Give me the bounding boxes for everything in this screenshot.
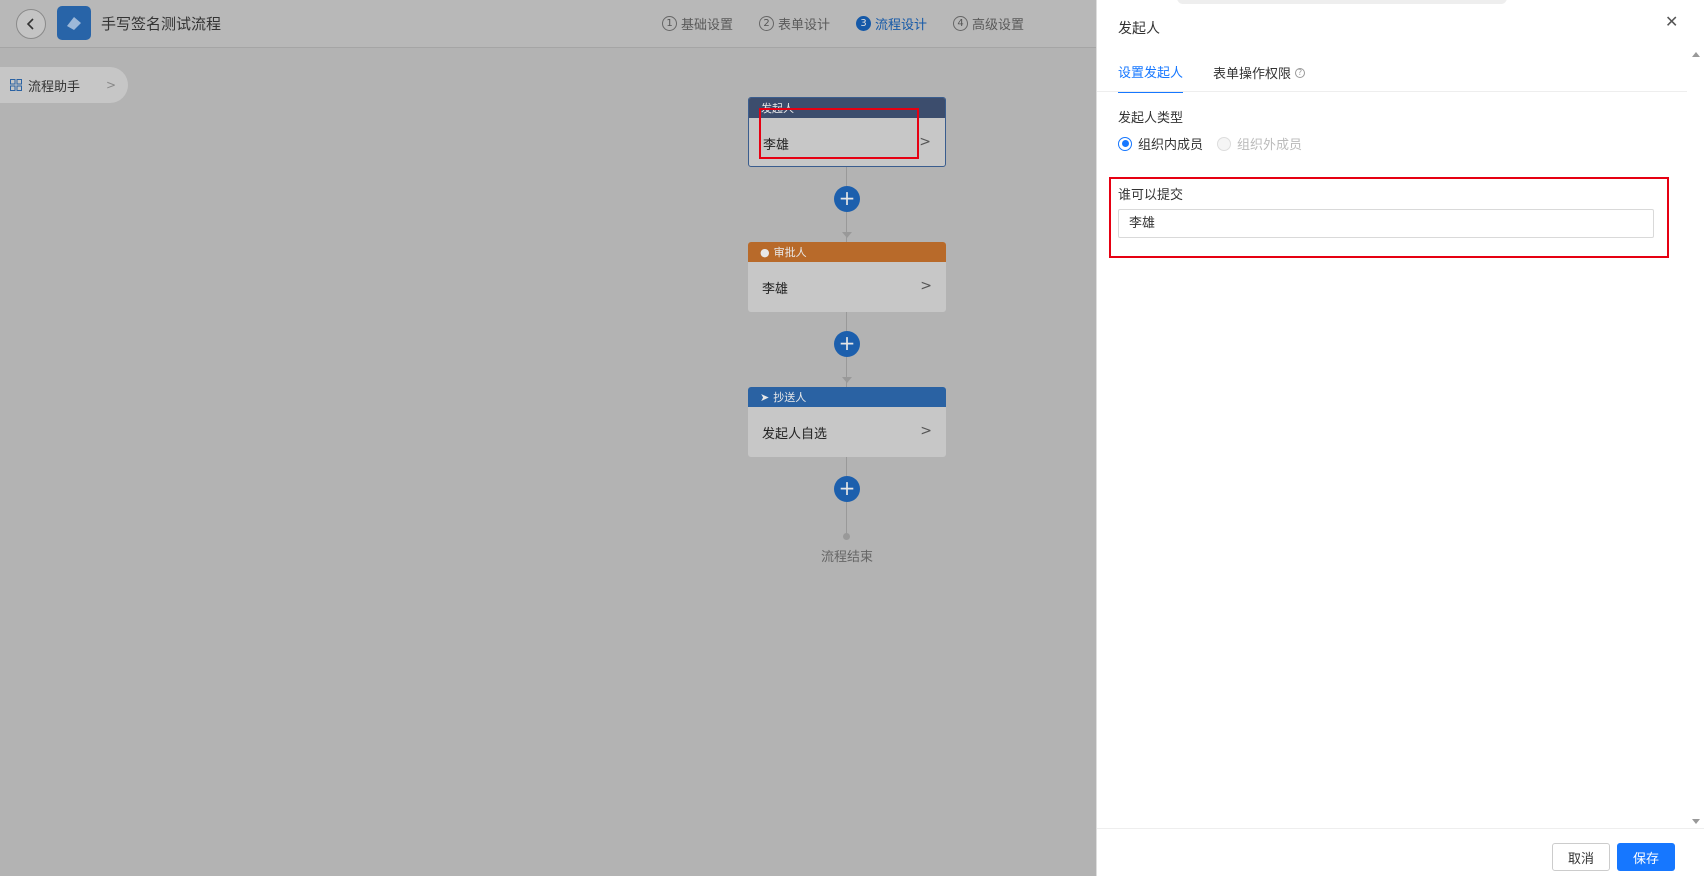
step-number: 4 [953,16,969,31]
radio-dot [1217,136,1232,151]
flow-node-cc[interactable]: ➤ 抄送人 发起人自选 > [748,387,946,457]
save-button[interactable]: 保存 [1617,843,1675,871]
end-dot [843,533,850,540]
initiator-type-radios: 组织内成员 组织外成员 [1118,134,1302,153]
step-form[interactable]: 2 表单设计 [759,14,830,33]
step-label: 基础设置 [681,18,734,33]
who-can-submit-field[interactable]: 李雄 [1118,209,1654,238]
divider [1097,91,1687,92]
flow-assistant-button[interactable]: 流程助手 > [0,67,128,103]
drawer-title: 发起人 [1118,21,1160,37]
step-label: 表单设计 [778,18,831,33]
grid-icon [10,79,22,91]
close-icon[interactable]: ✕ [1665,12,1678,31]
node-header: ● 审批人 [748,242,946,262]
info-icon: ? [1295,67,1306,78]
node-header: ➤ 抄送人 [748,387,946,407]
drawer-tabs: 设置发起人 表单操作权限? [1118,62,1306,93]
signature-icon [67,17,81,30]
chevron-right-icon: > [920,278,932,294]
add-node-button[interactable]: + [834,331,860,357]
node-value: 李雄 [762,281,789,297]
scroll-up-icon [1692,52,1700,57]
radio-external-member[interactable]: 组织外成员 [1217,134,1302,153]
app-logo [57,6,91,40]
node-title: 审批人 [773,246,807,259]
step-advanced[interactable]: 4 高级设置 [953,14,1024,33]
who-can-submit-label: 谁可以提交 [1118,188,1184,203]
drawer-footer: 取消 保存 [1097,828,1704,876]
node-value: 发起人自选 [762,426,828,442]
step-label: 高级设置 [972,18,1025,33]
radio-label: 组织内成员 [1138,138,1204,153]
step-number: 2 [759,16,775,31]
app-title: 手写签名测试流程 [101,15,222,33]
arrow-down-icon [842,232,852,238]
arrow-down-icon [842,377,852,383]
tab-label: 表单操作权限 [1213,67,1292,82]
node-body: 发起人自选 > [748,407,946,457]
user-icon: ● [760,245,770,259]
assistant-label: 流程助手 [28,79,81,95]
step-nav: 1 基础设置 2 表单设计 3 流程设计 4 高级设置 [662,14,1024,33]
scrollbar[interactable] [1689,48,1703,828]
step-number: 3 [856,16,872,31]
chevron-left-icon [26,18,34,30]
step-flow[interactable]: 3 流程设计 [856,14,927,33]
chevron-right-icon: > [105,78,116,92]
node-title: 抄送人 [773,391,807,404]
highlight-box [759,108,919,159]
step-number: 1 [662,16,677,31]
scroll-down-icon [1692,819,1700,824]
chevron-right-icon: > [920,423,932,439]
add-node-button[interactable]: + [834,186,860,212]
cancel-button[interactable]: 取消 [1552,843,1610,871]
node-body: 李雄 > [748,262,946,312]
chevron-right-icon: > [919,134,931,150]
settings-drawer: 发起人 ✕ 设置发起人 表单操作权限? 发起人类型 组织内成员 组织外成员 谁可… [1096,0,1704,876]
radio-label: 组织外成员 [1237,138,1303,153]
tab-set-initiator[interactable]: 设置发起人 [1118,62,1184,93]
tab-label: 设置发起人 [1118,66,1184,81]
flow-end-label: 流程结束 [820,550,873,565]
back-button[interactable] [16,9,46,39]
add-node-button[interactable]: + [834,476,860,502]
top-shadow [1177,0,1507,4]
radio-dot [1118,136,1132,151]
tab-form-permissions[interactable]: 表单操作权限? [1213,62,1306,93]
send-icon: ➤ [760,390,770,404]
initiator-type-label: 发起人类型 [1118,111,1184,126]
step-label: 流程设计 [875,18,928,33]
flow-node-approver[interactable]: ● 审批人 李雄 > [748,242,946,312]
radio-internal-member[interactable]: 组织内成员 [1118,134,1203,153]
step-basic[interactable]: 1 基础设置 [662,14,733,33]
